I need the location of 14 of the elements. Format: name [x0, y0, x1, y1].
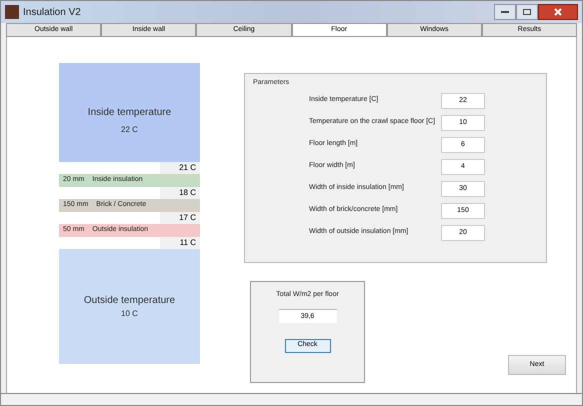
boundary-temperature: 21 C — [160, 162, 200, 174]
window-title: Insulation V2 — [23, 6, 81, 20]
zone-label: Outside temperature — [84, 294, 176, 308]
boundary-temperature: 17 C — [160, 212, 200, 224]
close-icon — [554, 8, 562, 16]
zone-temperature: 22 C — [121, 124, 138, 136]
zone-temperature: 10 C — [121, 308, 138, 320]
close-button[interactable] — [538, 4, 578, 20]
maximize-button[interactable] — [516, 4, 538, 20]
minimize-button[interactable] — [494, 4, 516, 20]
boundary-temperature: 18 C — [160, 187, 200, 199]
zone-label: Inside temperature — [88, 106, 172, 120]
boundary-temperature: 11 C — [160, 237, 200, 249]
app-icon — [5, 5, 19, 19]
